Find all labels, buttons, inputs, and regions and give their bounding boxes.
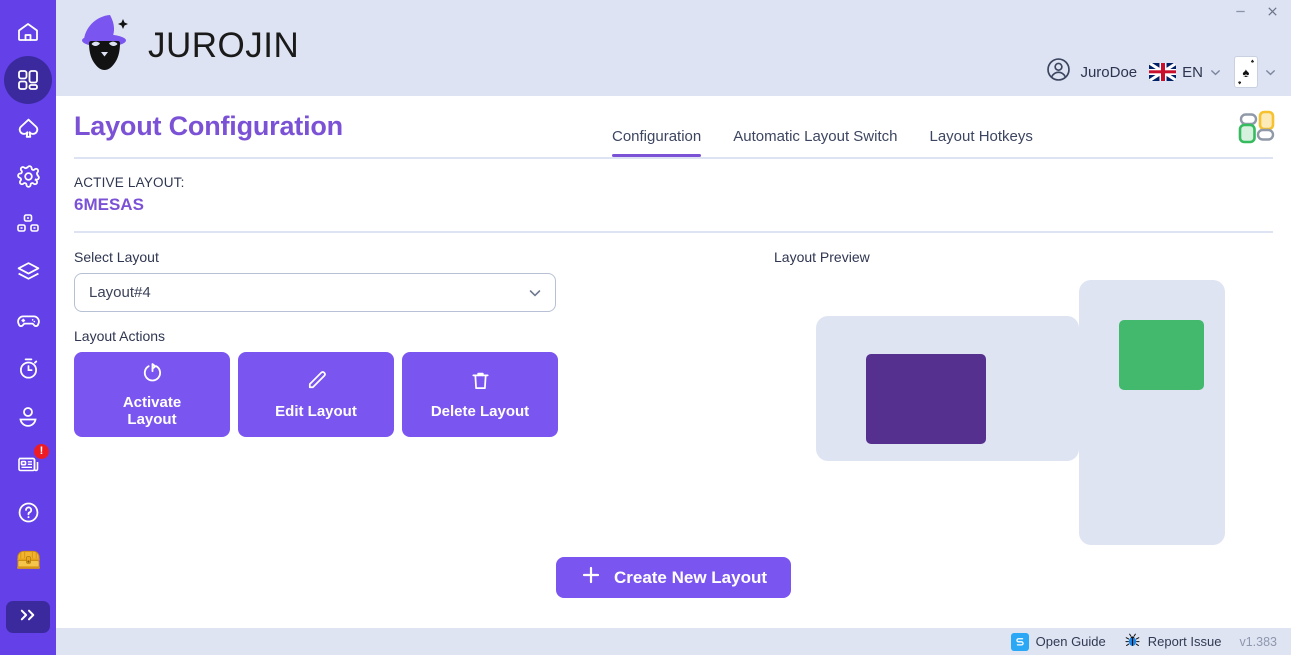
preview-column: Layout Preview [774,233,1273,571]
tab-automatic-layout-switch[interactable]: Automatic Layout Switch [717,128,913,157]
layers-icon [16,260,41,285]
sidebar-item-gamepad[interactable] [4,296,52,344]
stopwatch-icon [16,356,41,381]
card-room-selector[interactable]: ♠ ♠ ♠ [1234,56,1277,88]
chevron-down-icon [1264,66,1277,79]
layout-grid-icon[interactable] [1237,110,1277,146]
treasure-chest-icon [15,548,42,572]
main-area: JUROJIN JuroDoe EN ♠ ♠ ♠ Layout Configur… [56,0,1291,655]
sidebar-item-dashboard[interactable] [4,56,52,104]
open-guide-label: Open Guide [1035,634,1106,649]
window-green[interactable] [1119,320,1204,390]
ace-of-spades-card-icon: ♠ ♠ ♠ [1234,56,1258,88]
card-suit: ♠ [1242,64,1250,80]
notification-badge: ! [34,444,49,459]
sidebar-item-layers[interactable] [4,248,52,296]
chevron-down-icon [1209,66,1222,79]
power-refresh-icon [141,361,164,388]
language-selector[interactable]: EN [1149,63,1222,81]
left-column: Select Layout Layout#4 Layout Actions Ac… [74,233,774,571]
sidebar-expand-button[interactable] [6,601,50,633]
gear-icon [16,164,41,189]
minimize-button[interactable] [1227,0,1253,22]
window-controls [1227,0,1285,22]
activate-layout-label: Activate Layout [122,393,182,429]
delete-layout-label: Delete Layout [430,402,530,420]
tab-bar: Configuration Automatic Layout Switch La… [612,128,1049,157]
tables-icon [16,212,40,236]
wizard-logo-icon [74,12,140,79]
dashboard-grid-icon [16,68,40,92]
report-issue-label: Report Issue [1147,634,1222,649]
create-new-layout-label: Create New Layout [613,567,768,587]
sidebar: ! [0,0,56,655]
trash-icon [469,369,492,396]
card-corner-bottom: ♠ [1238,79,1242,85]
app-window: ! JUROJIN JuroDoe EN ♠ ♠ ♠ Layout Config… [0,0,1291,655]
user-circle-icon [1045,56,1072,88]
select-layout-dropdown[interactable]: Layout#4 [74,273,556,312]
page-title: Layout Configuration [74,111,343,141]
sidebar-item-news[interactable]: ! [4,440,52,488]
page-body: ACTIVE LAYOUT: 6MESAS Select Layout Layo… [56,159,1291,628]
content-columns: Select Layout Layout#4 Layout Actions Ac… [74,233,1273,571]
layout-actions-label: Layout Actions [74,328,166,344]
app-header-band: JUROJIN JuroDoe EN ♠ ♠ ♠ [56,0,1291,96]
user-menu[interactable]: JuroDoe [1045,56,1137,88]
sidebar-item-timer[interactable] [4,344,52,392]
spade-icon [16,116,41,141]
window-purple[interactable] [866,354,986,444]
book-guide-icon [1010,632,1029,651]
sidebar-item-spade[interactable] [4,104,52,152]
chevron-down-icon [527,285,543,301]
plus-icon [580,564,602,591]
monitor-landscape[interactable] [816,316,1079,461]
delete-layout-button[interactable]: Delete Layout [402,352,558,437]
uk-flag-icon [1149,63,1177,81]
sidebar-item-treasure[interactable] [4,536,52,584]
open-guide-button[interactable]: Open Guide [1010,632,1106,651]
edit-layout-label: Edit Layout [275,402,357,420]
card-corner-top: ♠ [1250,59,1254,65]
gamepad-icon [16,308,41,333]
sidebar-item-profile[interactable] [4,392,52,440]
active-layout-value: 6MESAS [74,195,144,214]
create-layout-row: Create New Layout [56,557,1291,598]
language-code: EN [1182,63,1203,81]
sidebar-item-tables[interactable] [4,200,52,248]
close-button[interactable] [1259,0,1285,22]
bug-icon [1124,632,1141,652]
chevron-double-right-icon [18,607,39,628]
report-issue-button[interactable]: Report Issue [1124,632,1222,652]
brand-logo: JUROJIN [74,12,299,79]
user-name: JuroDoe [1080,63,1138,81]
status-bar: Open Guide Report Issue v1.383 [56,628,1291,655]
active-layout-label: ACTIVE LAYOUT: [74,175,185,190]
layout-actions-buttons: Activate Layout Edit Layout Delete Layou… [74,352,774,437]
tab-layout-hotkeys[interactable]: Layout Hotkeys [913,128,1048,157]
create-new-layout-button[interactable]: Create New Layout [555,557,792,598]
person-icon [16,404,40,428]
sidebar-item-settings[interactable] [4,152,52,200]
layout-preview-stage[interactable] [774,271,1273,571]
pencil-icon [305,369,328,396]
activate-layout-button[interactable]: Activate Layout [74,352,230,437]
select-layout-label: Select Layout [74,249,159,265]
brand-name: JUROJIN [148,25,300,65]
edit-layout-button[interactable]: Edit Layout [238,352,394,437]
layout-preview-label: Layout Preview [774,249,870,265]
home-icon [16,20,40,44]
page-header: Layout Configuration Configuration Autom… [56,96,1291,157]
question-circle-icon [16,500,41,525]
select-layout-value: Layout#4 [89,284,151,301]
header-right-controls: JuroDoe EN ♠ ♠ ♠ [1045,56,1277,88]
sidebar-item-home[interactable] [4,8,52,56]
app-version: v1.383 [1239,634,1277,649]
monitor-portrait[interactable] [1079,280,1225,545]
sidebar-item-help[interactable] [4,488,52,536]
tab-configuration[interactable]: Configuration [612,128,717,157]
